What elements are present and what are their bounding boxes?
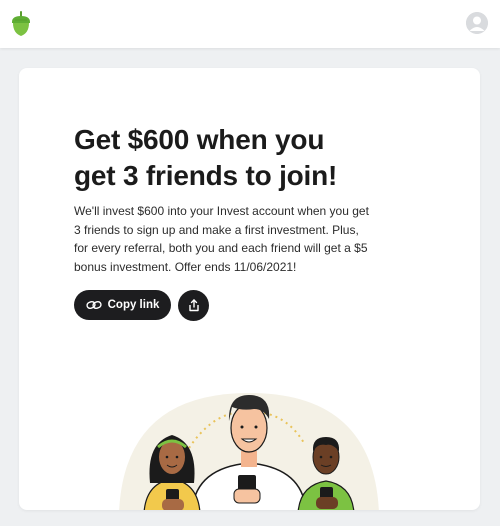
acorn-icon[interactable] bbox=[10, 11, 32, 37]
headline-line-1: Get $600 when you bbox=[74, 124, 325, 155]
referral-description: We'll invest $600 into your Invest accou… bbox=[74, 204, 369, 274]
copy-link-button[interactable]: Copy link bbox=[74, 290, 171, 320]
top-navigation-bar bbox=[0, 0, 500, 48]
referral-headline: Get $600 when you get 3 friends to join! bbox=[74, 122, 394, 194]
copy-link-label: Copy link bbox=[107, 299, 160, 311]
link-icon bbox=[85, 300, 102, 310]
headline-line-2: get 3 friends to join! bbox=[74, 160, 338, 191]
share-icon bbox=[188, 299, 199, 312]
referral-card: Get $600 when you get 3 friends to join!… bbox=[19, 68, 480, 510]
user-avatar-icon[interactable] bbox=[466, 12, 488, 34]
friends-illustration bbox=[119, 393, 379, 510]
share-button[interactable] bbox=[178, 290, 209, 321]
